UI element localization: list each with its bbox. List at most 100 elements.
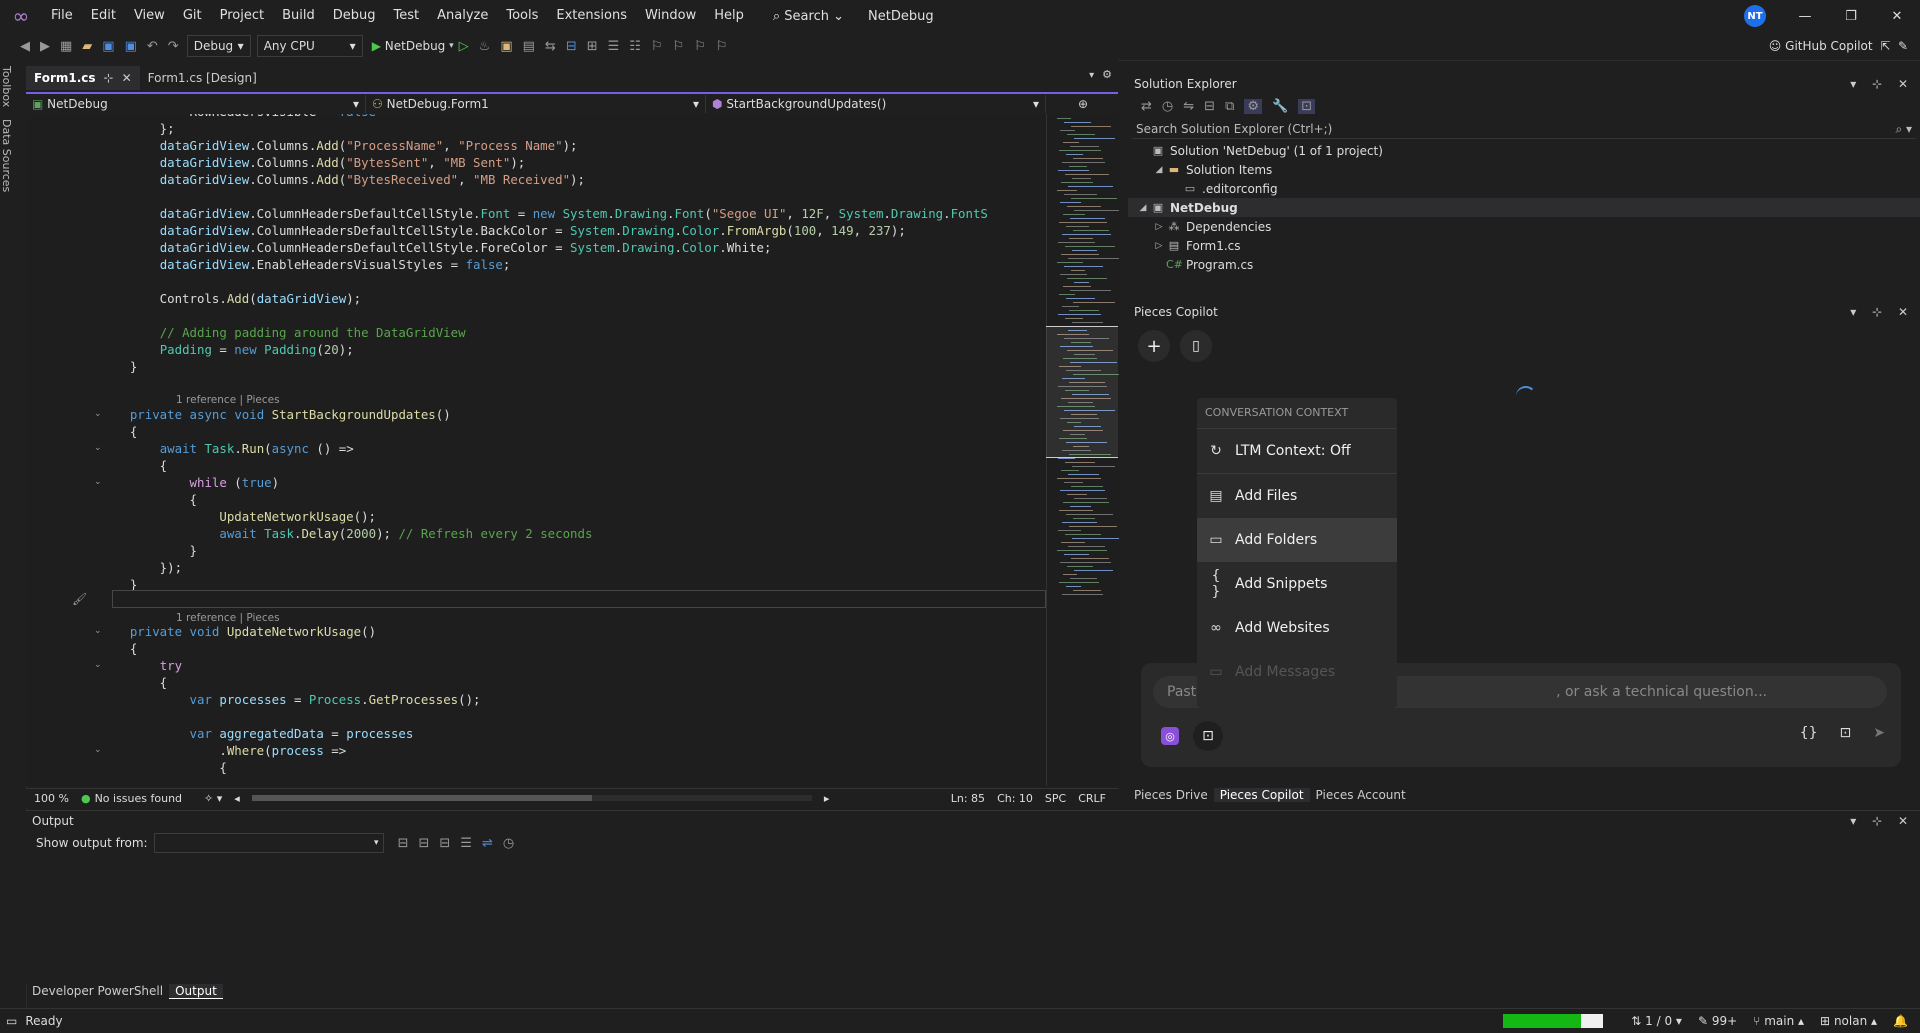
next-message-icon[interactable]: ⊟: [439, 836, 450, 851]
add-files-item[interactable]: ▤ Add Files: [1197, 474, 1397, 518]
add-snippets-item[interactable]: { } Add Snippets: [1197, 562, 1397, 606]
tree-item[interactable]: ▭ .editorconfig: [1128, 179, 1920, 198]
code-cleanup-icon[interactable]: ✧ ▾: [204, 792, 222, 805]
clear-bookmarks-icon[interactable]: ⚐: [716, 39, 728, 54]
show-all-files-icon[interactable]: ⧉: [1225, 99, 1234, 114]
indent-indicator[interactable]: SPC: [1045, 792, 1066, 805]
close-icon[interactable]: ✕: [1874, 0, 1920, 32]
step-icon[interactable]: ⇆: [545, 39, 556, 54]
menu-extensions[interactable]: Extensions: [547, 0, 636, 32]
sync-icon[interactable]: ⇄: [1141, 99, 1152, 114]
hot-reload-icon[interactable]: ♨: [479, 39, 491, 54]
toolbox-tab[interactable]: Toolbox: [0, 60, 13, 113]
menu-window[interactable]: Window: [636, 0, 705, 32]
uncomment-icon[interactable]: ☷: [629, 39, 641, 54]
pin-icon[interactable]: ⊹: [104, 71, 114, 85]
codelens-references[interactable]: 1 reference | Pieces: [176, 612, 280, 624]
send-icon[interactable]: ➤: [1873, 725, 1885, 741]
output-source-select[interactable]: ▾: [153, 833, 384, 853]
menu-project[interactable]: Project: [211, 0, 273, 32]
save-all-icon[interactable]: ▣: [125, 39, 137, 54]
search-menu[interactable]: ⌕ Search ⌄: [763, 9, 854, 24]
branch-status[interactable]: ⑂ main ▴: [1753, 1014, 1804, 1028]
model-selector-icon[interactable]: ◎: [1161, 727, 1179, 745]
tree-item[interactable]: ▷ ▤ Form1.cs: [1128, 236, 1920, 255]
prev-message-icon[interactable]: ⊟: [418, 836, 429, 851]
expand-arrow-icon[interactable]: ▷: [1152, 222, 1166, 232]
tree-item[interactable]: ▷ ⁂ Dependencies: [1128, 217, 1920, 236]
next-bookmark-icon[interactable]: ⚐: [694, 39, 706, 54]
sync-status[interactable]: ⇅ 1 / 0 ▾: [1631, 1014, 1682, 1028]
add-context-button[interactable]: ⊡: [1193, 721, 1223, 751]
close-icon[interactable]: ✕: [122, 71, 132, 85]
class-dropdown[interactable]: ⚇ NetDebug.Form1 ▾: [366, 95, 706, 113]
save-icon[interactable]: ▣: [102, 39, 114, 54]
start-without-debug-icon[interactable]: ▷: [459, 39, 469, 54]
minimize-icon[interactable]: —: [1782, 0, 1828, 32]
start-debug-button[interactable]: ▶ NetDebug ▾: [372, 39, 454, 53]
screenshot-ocr-icon[interactable]: ⊡: [1840, 725, 1852, 741]
history-icon[interactable]: ◷: [1162, 99, 1173, 114]
undo-icon[interactable]: ↶: [147, 39, 158, 54]
tab-overflow-icon[interactable]: ▾: [1089, 70, 1094, 81]
redo-icon[interactable]: ↷: [168, 39, 179, 54]
menu-file[interactable]: File: [42, 0, 82, 32]
preview-icon[interactable]: ⊡: [1298, 98, 1316, 114]
avatar[interactable]: NT: [1744, 5, 1766, 27]
filter-icon[interactable]: ⚙: [1244, 98, 1263, 114]
align-icon[interactable]: ⊟: [566, 39, 577, 54]
menu-analyze[interactable]: Analyze: [428, 0, 497, 32]
menu-test[interactable]: Test: [385, 0, 429, 32]
tab-form1-cs[interactable]: Form1.cs ⊹ ✕: [26, 66, 140, 90]
expand-arrow-icon[interactable]: ◢: [1152, 165, 1166, 175]
horizontal-scrollbar[interactable]: [251, 795, 812, 801]
split-icon[interactable]: ⊕: [1078, 97, 1088, 111]
add-websites-item[interactable]: ∞ Add Websites: [1197, 606, 1397, 650]
zoom-select[interactable]: 100 %: [34, 792, 69, 805]
properties-icon[interactable]: 🔧: [1272, 99, 1288, 114]
tab-pieces-account[interactable]: Pieces Account: [1310, 788, 1412, 802]
browse-icon[interactable]: ▣: [500, 39, 512, 54]
changes-status[interactable]: ✎ 99+: [1698, 1014, 1737, 1028]
tab-developer-powershell[interactable]: Developer PowerShell: [26, 984, 169, 998]
member-dropdown[interactable]: ⬢ StartBackgroundUpdates() ▾: [706, 95, 1046, 113]
quick-action-brush-icon[interactable]: 🖌: [72, 592, 87, 606]
bookmark-icon[interactable]: ⚐: [651, 39, 663, 54]
menu-help[interactable]: Help: [705, 0, 753, 32]
scroll-left-icon[interactable]: ◂: [234, 792, 240, 805]
snippet-icon[interactable]: {}: [1800, 725, 1818, 741]
format-icon[interactable]: ⊞: [587, 39, 598, 54]
expand-arrow-icon[interactable]: ◢: [1136, 203, 1150, 213]
minimap-viewport[interactable]: [1046, 326, 1118, 458]
codelens-references[interactable]: 1 reference | Pieces: [176, 394, 280, 406]
new-chat-button[interactable]: +: [1138, 330, 1170, 362]
find-message-icon[interactable]: ⊟: [398, 836, 409, 851]
menu-debug[interactable]: Debug: [324, 0, 385, 32]
configuration-select[interactable]: Debug ▾: [186, 35, 251, 57]
expand-arrow-icon[interactable]: ▷: [1152, 241, 1166, 251]
panel-controls[interactable]: ▾ ⊹ ✕: [1850, 814, 1914, 828]
tree-item[interactable]: C# Program.cs: [1128, 255, 1920, 274]
sidebar-toggle-icon[interactable]: ▯: [1180, 330, 1212, 362]
switch-views-icon[interactable]: ⇋: [1183, 99, 1194, 114]
platform-select[interactable]: Any CPU ▾: [256, 35, 363, 57]
collapse-all-icon[interactable]: ⊟: [1204, 99, 1215, 114]
repo-status[interactable]: ⊞ nolan ▴: [1820, 1014, 1877, 1028]
menu-view[interactable]: View: [125, 0, 174, 32]
forward-icon[interactable]: ▶: [40, 39, 50, 54]
comment-icon[interactable]: ☰: [608, 39, 620, 54]
tab-output[interactable]: Output: [169, 983, 223, 999]
add-folders-item[interactable]: ▭ Add Folders: [1197, 518, 1397, 562]
column-indicator[interactable]: Ch: 10: [997, 792, 1033, 805]
new-project-icon[interactable]: ▦: [60, 39, 72, 54]
line-ending-indicator[interactable]: CRLF: [1078, 792, 1106, 805]
notifications-icon[interactable]: 🔔: [1893, 1014, 1908, 1028]
line-indicator[interactable]: Ln: 85: [951, 792, 985, 805]
ltm-context-toggle[interactable]: ↻ LTM Context: Off: [1197, 429, 1397, 473]
word-wrap-icon[interactable]: ⇌: [482, 836, 493, 851]
add-messages-item[interactable]: ▭ Add Messages: [1197, 650, 1397, 694]
timestamp-icon[interactable]: ◷: [503, 836, 514, 851]
back-icon[interactable]: ◀: [20, 39, 30, 54]
solution-search-input[interactable]: Search Solution Explorer (Ctrl+;) ⌕ ▾: [1132, 120, 1916, 139]
panel-controls[interactable]: ▾ ⊹ ✕: [1850, 77, 1914, 91]
